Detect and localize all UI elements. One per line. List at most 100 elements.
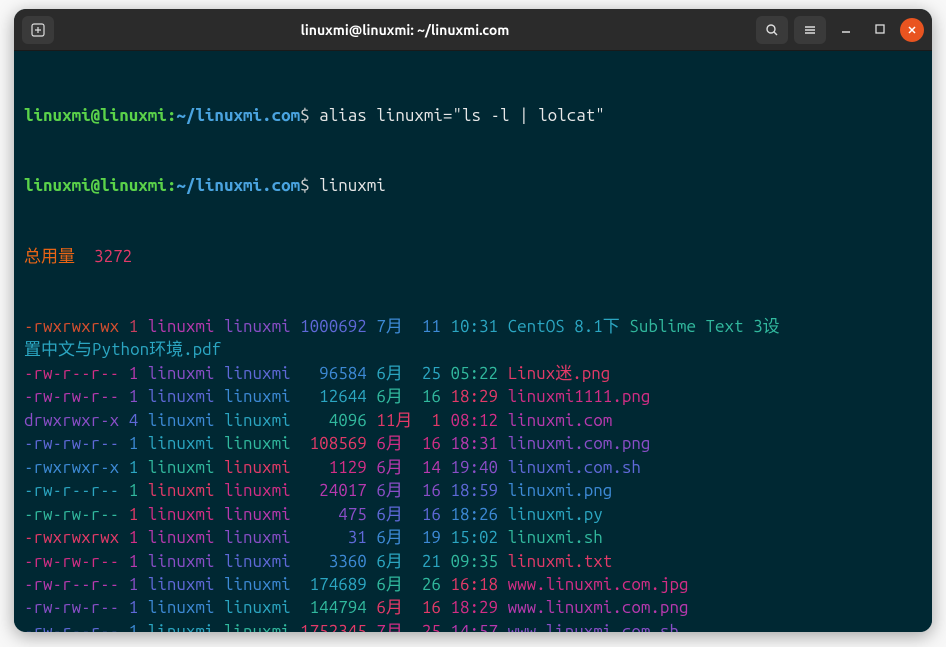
file-group: linuxmi (224, 552, 291, 571)
file-group: linuxmi (224, 411, 291, 430)
file-size: 12644 (300, 387, 367, 406)
file-perm: -rw-r--r-- (24, 481, 119, 500)
file-name: linuxmi1111.png (508, 387, 651, 406)
file-group: linuxmi (224, 622, 291, 632)
file-owner: linuxmi (148, 598, 215, 617)
table-row: -rw-rw-r-- 1 linuxmi linuxmi 108569 6月 1… (24, 432, 922, 455)
file-time: 09:35 (450, 552, 498, 571)
menu-button[interactable] (794, 16, 826, 44)
file-day: 16 (422, 481, 441, 500)
file-links: 1 (129, 387, 139, 406)
file-size: 1752345 (300, 622, 367, 632)
file-owner: linuxmi (148, 622, 215, 632)
file-group: linuxmi (224, 458, 291, 477)
file-links: 1 (129, 364, 139, 383)
file-time: 18:29 (450, 598, 498, 617)
file-day: 25 (422, 364, 441, 383)
file-size: 108569 (300, 434, 367, 453)
new-tab-button[interactable] (22, 16, 54, 44)
file-owner: linuxmi (148, 552, 215, 571)
file-links: 1 (129, 552, 139, 571)
file-owner: linuxmi (148, 505, 215, 524)
file-day: 14 (422, 458, 441, 477)
file-month: 6月 (376, 387, 412, 406)
command-1: alias linuxmi="ls -l | lolcat" (319, 106, 605, 125)
command-2: linuxmi (319, 176, 386, 195)
close-button[interactable] (900, 18, 924, 42)
file-perm: -rw-rw-r-- (24, 598, 119, 617)
table-row: -rw-rw-r-- 1 linuxmi linuxmi 3360 6月 21 … (24, 550, 922, 573)
file-month: 6月 (376, 552, 412, 571)
file-month: 7月 (376, 317, 412, 336)
table-row: -rw-r--r-- 1 linuxmi linuxmi 96584 6月 25… (24, 362, 922, 385)
titlebar: linuxmi@linuxmi: ~/linuxmi.com (14, 9, 932, 51)
file-owner: linuxmi (148, 575, 215, 594)
file-size: 3360 (300, 552, 367, 571)
file-name: linuxmi.com.png (508, 434, 651, 453)
file-time: 16:18 (450, 575, 498, 594)
file-time: 05:22 (450, 364, 498, 383)
close-icon (907, 25, 917, 35)
file-owner: linuxmi (148, 411, 215, 430)
file-time: 14:57 (450, 622, 498, 632)
table-row: -rw-r--r-- 1 linuxmi linuxmi 1752345 7月 … (24, 620, 922, 632)
file-links: 4 (129, 411, 139, 430)
file-perm: -rw-rw-r-- (24, 434, 119, 453)
file-size: 1129 (300, 458, 367, 477)
window-title: linuxmi@linuxmi: ~/linuxmi.com (62, 22, 748, 38)
file-owner: linuxmi (148, 528, 215, 547)
file-owner: linuxmi (148, 458, 215, 477)
file-name: www.linuxmi.com.sh (508, 622, 679, 632)
file-day: 16 (422, 434, 441, 453)
table-row: -rw-rw-r-- 1 linuxmi linuxmi 12644 6月 16… (24, 385, 922, 408)
file-month: 11月 (376, 411, 412, 430)
file-links: 1 (129, 317, 139, 336)
file-links: 1 (129, 481, 139, 500)
table-row: -rwxrwxr-x 1 linuxmi linuxmi 1129 6月 14 … (24, 456, 922, 479)
file-time: 08:12 (450, 411, 498, 430)
file-month: 6月 (376, 575, 412, 594)
file-month: 7月 (376, 622, 412, 632)
prompt-path: ~/linuxmi.com (176, 106, 300, 125)
prompt-user: linuxmi@linuxmi (24, 106, 167, 125)
table-row: -rw-r--r-- 1 linuxmi linuxmi 24017 6月 16… (24, 479, 922, 502)
file-size: 1000692 (300, 317, 367, 336)
terminal-body[interactable]: linuxmi@linuxmi:~/linuxmi.com$ alias lin… (14, 51, 932, 632)
file-size: 144794 (300, 598, 367, 617)
maximize-button[interactable] (866, 20, 894, 39)
maximize-icon (874, 23, 886, 35)
file-links: 1 (129, 528, 139, 547)
file-name: www.linuxmi.com.jpg (508, 575, 689, 594)
file-group: linuxmi (224, 387, 291, 406)
file-links: 1 (129, 598, 139, 617)
file-links: 1 (129, 434, 139, 453)
file-day: 16 (422, 505, 441, 524)
minimize-button[interactable] (832, 20, 860, 39)
file-links: 1 (129, 622, 139, 632)
file-name: CentOS 8.1下 (508, 317, 620, 336)
file-group: linuxmi (224, 528, 291, 547)
file-month: 6月 (376, 364, 412, 383)
search-button[interactable] (756, 16, 788, 44)
file-day: 21 (422, 552, 441, 571)
file-listing: -rwxrwxrwx 1 linuxmi linuxmi 1000692 7月 … (24, 315, 922, 632)
file-name: linuxmi.com (508, 411, 613, 430)
table-row: -rw-rw-r-- 1 linuxmi linuxmi 144794 6月 1… (24, 596, 922, 619)
prompt-line-2: linuxmi@linuxmi:~/linuxmi.com$ linuxmi (24, 174, 922, 197)
file-perm: -rw-rw-r-- (24, 387, 119, 406)
file-time: 18:31 (450, 434, 498, 453)
file-day: 16 (422, 598, 441, 617)
file-month: 6月 (376, 528, 412, 547)
file-time: 19:40 (450, 458, 498, 477)
file-perm: -rwxrwxrwx (24, 528, 119, 547)
file-links: 1 (129, 505, 139, 524)
search-icon (765, 23, 779, 37)
file-day: 19 (422, 528, 441, 547)
file-day: 16 (422, 387, 441, 406)
file-perm: -rw-rw-r-- (24, 552, 119, 571)
file-perm: -rw-r--r-- (24, 575, 119, 594)
file-month: 6月 (376, 481, 412, 500)
file-links: 1 (129, 575, 139, 594)
file-time: 18:59 (450, 481, 498, 500)
file-perm: -rwxrwxrwx (24, 317, 119, 336)
